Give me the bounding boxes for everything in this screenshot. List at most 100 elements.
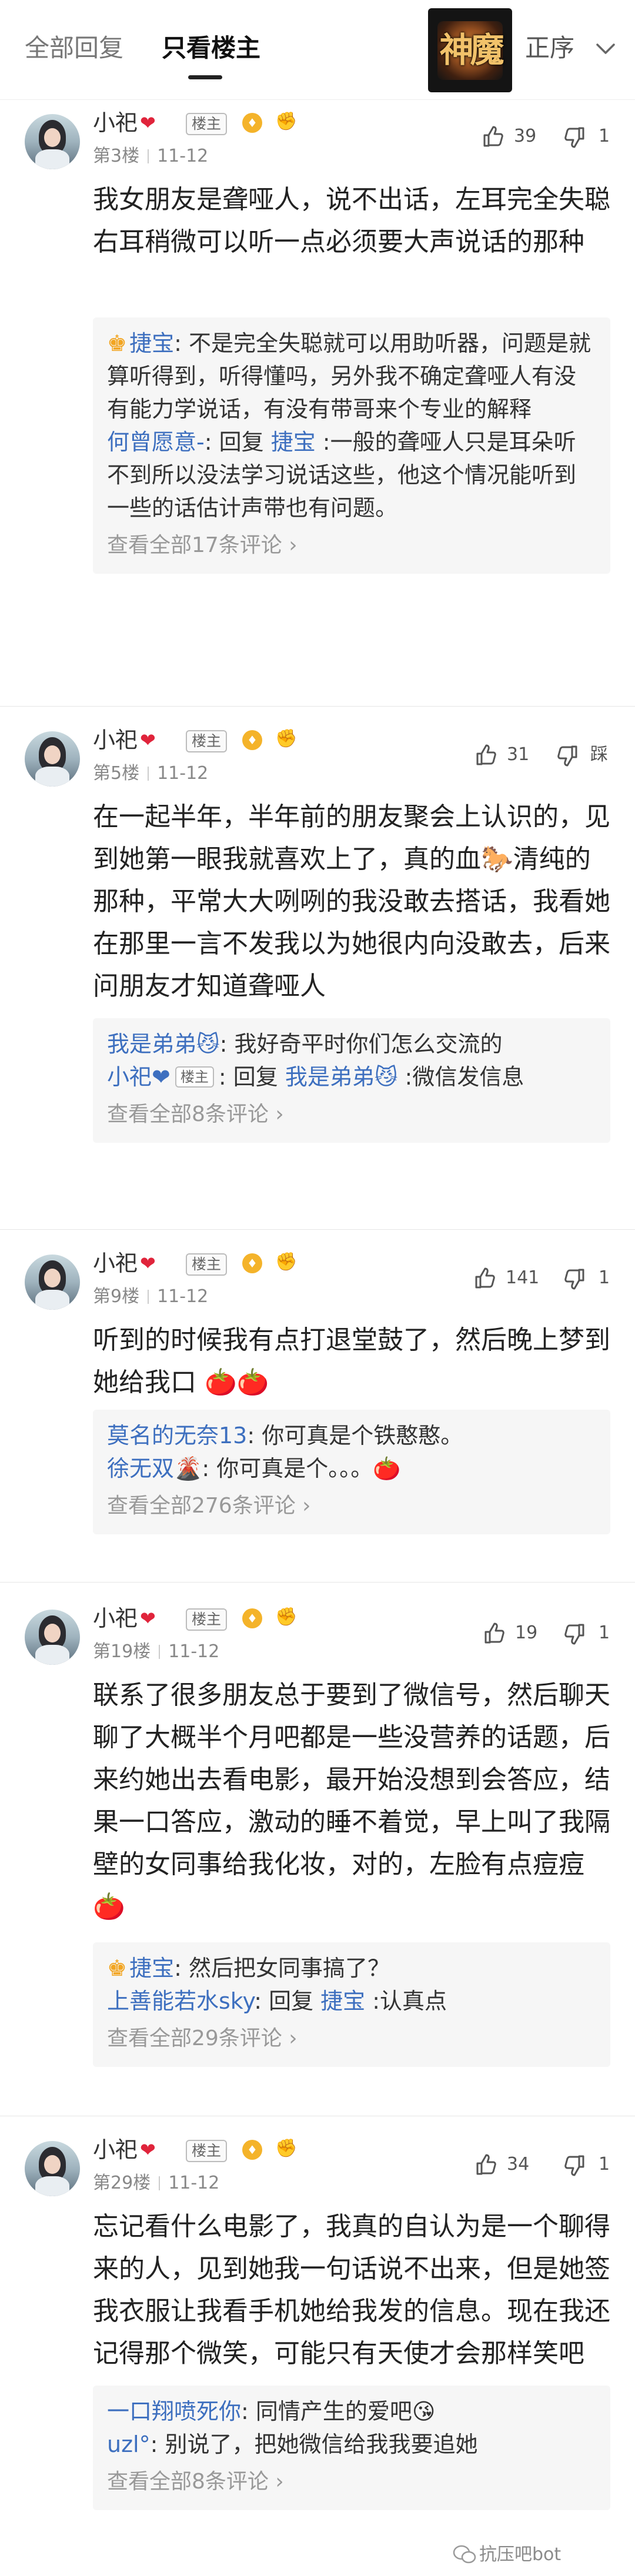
comment-body: 听到的时候我有点打退堂鼓了，然后晚上梦到她给我口 🍅🍅	[93, 1325, 610, 1397]
reply-target[interactable]: 捷宝	[271, 429, 316, 455]
avatar[interactable]	[25, 114, 80, 169]
heart-icon: ❤	[140, 112, 156, 134]
reply-box: 莫名的无奈13: 你可真是个铁憨憨。 徐无双🌋: 你可真是个。。。🍅 查看全部2…	[93, 1410, 610, 1534]
reply-author[interactable]: 捷宝	[129, 330, 174, 356]
level-badge-icon: ♦	[242, 113, 262, 133]
tab-all-replies[interactable]: 全部回复	[25, 32, 123, 65]
view-all-replies-link[interactable]: 查看全部276条评论 ›	[107, 1490, 596, 1523]
comment-floor-9: 小祀 ❤ 楼主 ♦ ✊ 第9楼 11-12 141 1 听到的时候我有点打退堂鼓了，…	[0, 1230, 635, 1583]
reply-item[interactable]: ♚ 捷宝: 不是完全失聪就可以用助听器，问题是就算听得到，听得懂吗，另外我不确定聋…	[107, 327, 596, 426]
reply-target[interactable]: 捷宝	[320, 1988, 365, 2014]
thumbs-down-icon[interactable]	[563, 1622, 587, 1646]
reply-item[interactable]: 莫名的无奈13: 你可真是个铁憨憨。	[107, 1419, 596, 1452]
view-all-replies-link[interactable]: 查看全部17条评论 ›	[107, 529, 596, 562]
floor-info: 第9楼 11-12	[93, 1286, 209, 1307]
username[interactable]: 小祀 ❤	[93, 725, 156, 755]
avatar[interactable]	[25, 731, 80, 787]
thumbs-up-icon[interactable]	[473, 1266, 496, 1290]
tab-op-only[interactable]: 只看楼主	[162, 32, 260, 65]
op-badge: 楼主	[186, 1253, 228, 1276]
thumbs-up-icon[interactable]	[474, 2153, 497, 2176]
view-all-replies-link[interactable]: 查看全部29条评论 ›	[107, 2022, 596, 2055]
comment-floor-5: 小祀 ❤ 楼主 ♦ ✊ 第5楼 11-12 31 踩 在一起半年，半年前的朋友聚会上…	[0, 707, 635, 1230]
reply-item[interactable]: 小祀❤ 楼主: 回复 我是弟弟😼 :微信发信息	[107, 1060, 596, 1093]
view-all-replies-link[interactable]: 查看全部8条评论 ›	[107, 1098, 596, 1131]
floor-info: 第3楼 11-12	[93, 146, 209, 166]
reply-item[interactable]: 徐无双🌋: 你可真是个。。。🍅	[107, 1452, 596, 1485]
avatar[interactable]	[25, 2141, 80, 2196]
thumbs-down-icon[interactable]	[563, 2154, 587, 2177]
thumbs-up-icon[interactable]	[482, 1621, 506, 1645]
like-count: 19	[515, 1622, 538, 1643]
op-badge: 楼主	[175, 1066, 214, 1088]
view-all-replies-link[interactable]: 查看全部8条评论 ›	[107, 2465, 596, 2498]
heart-icon: ❤	[140, 729, 156, 751]
game-logo-lettering: 神魔	[439, 30, 504, 70]
heart-icon: ❤	[140, 2139, 156, 2161]
thumbs-up-icon[interactable]	[481, 125, 504, 148]
thumbs-down-icon[interactable]	[563, 1267, 587, 1291]
sort-order-button[interactable]: 正序	[525, 32, 574, 65]
reply-author[interactable]: 小祀❤	[107, 1064, 171, 1090]
comment-floor-19: 小祀 ❤ 楼主 ♦ ✊ 第19楼 11-12 19 1 联系了很多朋友总于要到了微信…	[0, 1583, 635, 2116]
fist-icon: ✊	[275, 728, 298, 749]
reply-item[interactable]: ♚ 捷宝: 然后把女同事搞了？	[107, 1952, 596, 1985]
dislike-count: 1	[599, 1267, 610, 1288]
crown-icon: ♚	[107, 1955, 128, 1981]
dislike-count: 1	[599, 2154, 610, 2174]
reply-author[interactable]: 我是弟弟😼	[107, 1031, 220, 1057]
comment-body: 联系了很多朋友总于要到了微信号，然后聊天聊了大概半个月吧都是一些没营养的话题，后…	[93, 1680, 610, 1922]
reply-author[interactable]: 捷宝	[129, 1955, 174, 1981]
reply-author[interactable]: 莫名的无奈13	[107, 1423, 247, 1448]
username[interactable]: 小祀 ❤	[93, 1604, 156, 1633]
username[interactable]: 小祀 ❤	[93, 2135, 156, 2164]
reply-box: ♚ 捷宝: 然后把女同事搞了？ 上善能若水sky: 回复 捷宝 :认真点 查看全部…	[93, 1942, 610, 2067]
username[interactable]: 小祀 ❤	[93, 1249, 156, 1278]
reply-item[interactable]: 何曾愿意-: 回复 捷宝 :一般的聋哑人只是耳朵听不到所以没法学习说话这些，他这…	[107, 426, 596, 524]
op-badge: 楼主	[186, 113, 228, 135]
op-badge: 楼主	[186, 1608, 228, 1631]
reply-author[interactable]: 何曾愿意-	[107, 429, 205, 455]
like-count: 141	[506, 1267, 540, 1288]
comment-body: 忘记看什么电影了，我真的自认为是一个聊得来的人，见到她我一句话说不出来，但是她签…	[93, 2212, 610, 2368]
reply-item[interactable]: 我是弟弟😼: 我好奇平时你们怎么交流的	[107, 1028, 596, 1060]
dislike-count: 1	[599, 126, 610, 146]
reply-box: 我是弟弟😼: 我好奇平时你们怎么交流的 小祀❤ 楼主: 回复 我是弟弟😼 :微信发…	[93, 1018, 610, 1143]
active-tab-indicator	[188, 75, 222, 79]
dislike-count: 踩	[590, 744, 608, 765]
reply-target[interactable]: 我是弟弟😼	[285, 1064, 398, 1090]
reply-author[interactable]: 徐无双🌋	[107, 1456, 202, 1481]
thumbs-down-icon[interactable]	[563, 126, 587, 149]
fist-icon: ✊	[275, 1607, 298, 1627]
comment-body: 我女朋友是聋哑人，说不出话，左耳完全失聪右耳稍微可以听一点必须要大声说话的那种	[93, 185, 610, 257]
top-tab-bar: 全部回复 只看楼主 神魔 正序	[0, 0, 635, 100]
reply-item[interactable]: 上善能若水sky: 回复 捷宝 :认真点	[107, 1985, 596, 2018]
op-badge: 楼主	[186, 730, 228, 752]
fist-icon: ✊	[275, 111, 298, 132]
game-logo[interactable]: 神魔	[428, 8, 512, 92]
reply-item[interactable]: uzl°: 别说了，把她微信给我我要追她	[107, 2428, 596, 2461]
op-badge: 楼主	[186, 2140, 228, 2162]
chevron-down-icon[interactable]	[594, 41, 617, 56]
level-badge-icon: ♦	[242, 730, 262, 750]
avatar[interactable]	[25, 1254, 80, 1310]
reply-box: 一口翔喷死你: 同情产生的爱吧😘 uzl°: 别说了，把她微信给我我要追她 查看…	[93, 2386, 610, 2510]
level-badge-icon: ♦	[242, 1608, 262, 1628]
avatar[interactable]	[25, 1610, 80, 1665]
reply-item[interactable]: 一口翔喷死你: 同情产生的爱吧😘	[107, 2395, 596, 2428]
reply-author[interactable]: uzl°	[107, 2431, 151, 2457]
crown-icon: ♚	[107, 330, 128, 356]
like-count: 39	[514, 126, 537, 146]
like-count: 31	[507, 744, 530, 765]
reply-author[interactable]: 上善能若水sky	[107, 1988, 254, 2014]
thumbs-up-icon[interactable]	[474, 743, 497, 767]
thumbs-down-icon[interactable]	[556, 744, 580, 768]
like-count: 34	[507, 2154, 530, 2174]
comment-body: 在一起半年，半年前的朋友聚会上认识的，见到她第一眼我就喜欢上了，真的血🐎清纯的那…	[93, 802, 610, 1001]
heart-icon: ❤	[140, 1607, 156, 1630]
watermark: 抗压吧bot	[479, 2544, 562, 2565]
fist-icon: ✊	[275, 1252, 298, 1272]
dislike-count: 1	[599, 1622, 610, 1643]
reply-author[interactable]: 一口翔喷死你	[107, 2398, 241, 2424]
username[interactable]: 小祀 ❤	[93, 108, 156, 138]
